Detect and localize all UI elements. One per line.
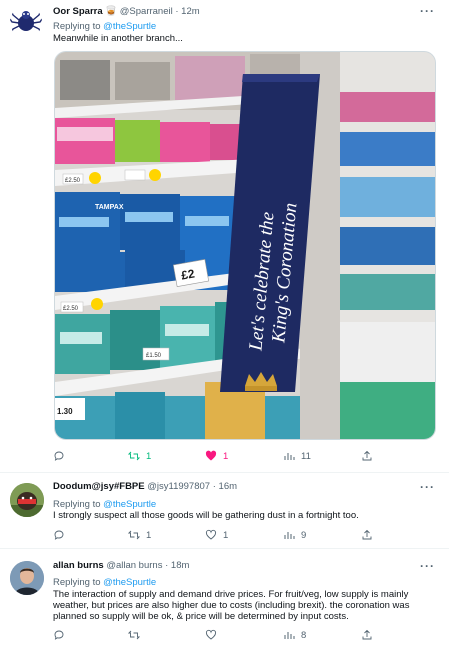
replying-label: Replying to bbox=[53, 499, 101, 510]
timestamp[interactable]: 12m bbox=[181, 6, 199, 17]
badge-emoji: 🥃 bbox=[105, 6, 118, 17]
tweet-2[interactable]: Doodum@jsy#FBPE @jsy11997807 · 16m ··· R… bbox=[0, 473, 449, 545]
retweet-button[interactable]: 1 bbox=[128, 450, 151, 462]
tweet-header: Oor Sparra 🥃 @Sparraneil · 12m bbox=[53, 6, 200, 17]
reply-icon bbox=[54, 630, 64, 640]
reply-button[interactable] bbox=[53, 450, 71, 462]
views-button[interactable]: 9 bbox=[283, 529, 306, 541]
person-avatar-icon bbox=[10, 561, 44, 595]
views-count: 9 bbox=[301, 529, 307, 541]
tweet-header: allan burns @allan burns · 18m bbox=[53, 560, 190, 571]
retweet-icon bbox=[128, 451, 140, 461]
replying-to: Replying to @theSpurtle bbox=[53, 21, 156, 32]
display-name[interactable]: Doodum@jsy#FBPE bbox=[53, 481, 145, 492]
views-count: 11 bbox=[301, 450, 311, 462]
replying-label: Replying to bbox=[53, 21, 101, 32]
share-icon bbox=[362, 529, 372, 540]
tweet-text: I strongly suspect all those goods will … bbox=[53, 510, 359, 521]
heart-filled-icon bbox=[205, 450, 217, 461]
views-button[interactable]: 11 bbox=[283, 450, 311, 462]
retweet-button[interactable] bbox=[128, 629, 146, 641]
retweet-count: 1 bbox=[146, 450, 152, 462]
avatar[interactable] bbox=[10, 561, 44, 595]
more-options-icon[interactable]: ··· bbox=[420, 559, 435, 573]
avatar[interactable] bbox=[10, 6, 42, 38]
reply-icon bbox=[54, 530, 64, 540]
heart-icon bbox=[206, 529, 216, 540]
share-button[interactable] bbox=[361, 629, 373, 641]
price-tag: £2.50 bbox=[65, 178, 81, 184]
like-button[interactable]: 1 bbox=[205, 450, 228, 462]
like-button[interactable]: 1 bbox=[205, 529, 228, 541]
reply-button[interactable] bbox=[53, 629, 71, 641]
retweet-icon bbox=[128, 630, 140, 640]
tweet-3[interactable]: allan burns @allan burns · 18m ··· Reply… bbox=[0, 549, 449, 650]
retweet-count: 1 bbox=[146, 529, 152, 541]
display-name[interactable]: allan burns bbox=[53, 560, 104, 571]
views-count: 8 bbox=[301, 629, 307, 641]
share-button[interactable] bbox=[361, 529, 373, 541]
views-icon bbox=[284, 453, 295, 460]
retweet-button[interactable]: 1 bbox=[128, 529, 151, 541]
replying-handle[interactable]: @theSpurtle bbox=[103, 21, 156, 32]
heart-icon bbox=[206, 629, 216, 640]
replying-handle[interactable]: @theSpurtle bbox=[103, 577, 156, 588]
display-name[interactable]: Oor Sparra bbox=[53, 6, 103, 17]
handle[interactable]: @jsy11997807 bbox=[147, 481, 210, 492]
price-tag: £2.50 bbox=[63, 306, 79, 312]
tweet-1[interactable]: Oor Sparra 🥃 @Sparraneil · 12m ··· Reply… bbox=[0, 0, 449, 472]
avatar[interactable] bbox=[10, 483, 44, 517]
tweet-media-image[interactable]: £2.50 TAMPAX £2 £2.50 £1.50 1.30 Let's c… bbox=[54, 51, 436, 440]
tweet-actions: 8 bbox=[53, 629, 433, 643]
reply-button[interactable] bbox=[53, 529, 71, 541]
price-tag: 1.30 bbox=[57, 407, 73, 416]
like-button[interactable] bbox=[205, 629, 223, 641]
dog-avatar-icon bbox=[10, 483, 44, 517]
replying-to: Replying to @theSpurtle bbox=[53, 577, 156, 588]
timestamp[interactable]: 18m bbox=[171, 560, 189, 571]
tweet-actions: 1 1 9 bbox=[53, 529, 433, 543]
replying-label: Replying to bbox=[53, 577, 101, 588]
replying-handle[interactable]: @theSpurtle bbox=[103, 499, 156, 510]
price-tag: £1.50 bbox=[146, 353, 162, 359]
replying-to: Replying to @theSpurtle bbox=[53, 499, 156, 510]
timestamp[interactable]: 16m bbox=[219, 481, 237, 492]
handle[interactable]: @Sparraneil bbox=[120, 6, 173, 17]
reply-icon bbox=[54, 451, 64, 461]
tweet-actions: 1 1 11 bbox=[53, 450, 433, 464]
tweet-text: Meanwhile in another branch... bbox=[53, 33, 183, 44]
share-icon bbox=[362, 450, 372, 461]
share-icon bbox=[362, 629, 372, 640]
views-icon bbox=[284, 532, 295, 539]
like-count: 1 bbox=[223, 450, 229, 462]
views-button[interactable]: 8 bbox=[283, 629, 306, 641]
brand-label: TAMPAX bbox=[95, 204, 124, 211]
views-icon bbox=[284, 632, 295, 639]
retweet-icon bbox=[128, 530, 140, 540]
tweet-header: Doodum@jsy#FBPE @jsy11997807 · 16m bbox=[53, 481, 238, 492]
more-options-icon[interactable]: ··· bbox=[420, 4, 435, 18]
handle[interactable]: @allan burns bbox=[106, 560, 162, 571]
price-sign: £2 bbox=[180, 266, 196, 282]
like-count: 1 bbox=[223, 529, 229, 541]
spider-avatar-icon bbox=[10, 9, 42, 34]
supermarket-shelf-photo: £2.50 TAMPAX £2 £2.50 £1.50 1.30 Let's c… bbox=[55, 52, 435, 439]
share-button[interactable] bbox=[361, 450, 373, 462]
more-options-icon[interactable]: ··· bbox=[420, 480, 435, 494]
tweet-text: The interaction of supply and demand dri… bbox=[53, 589, 410, 622]
